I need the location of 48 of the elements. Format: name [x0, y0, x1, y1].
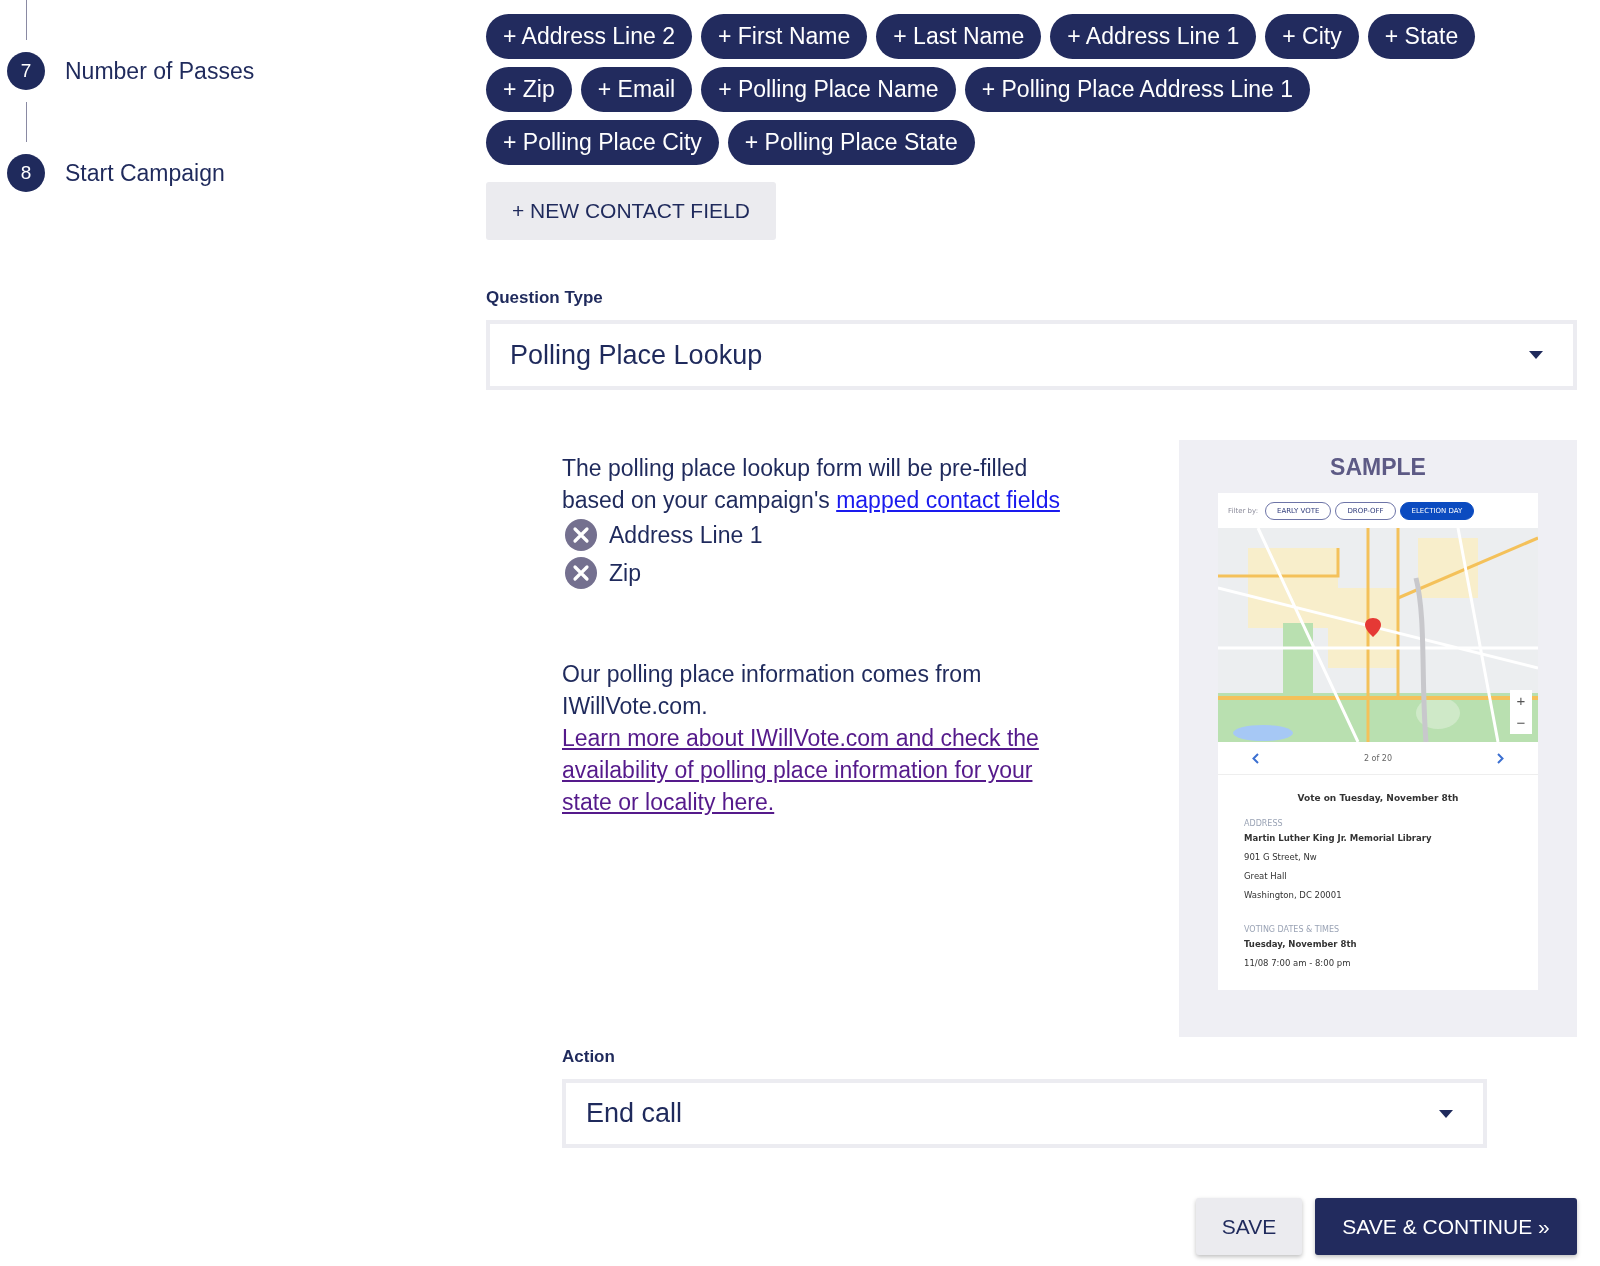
caret-icon — [1529, 351, 1543, 359]
step-label[interactable]: Number of Passes — [65, 57, 255, 85]
mapped-field-label: Zip — [609, 559, 641, 587]
learn-more-link[interactable]: Learn more about IWillVote.com and check the availability of polling place information for your state or locality here. — [562, 722, 1082, 818]
mapped-field-label: Address Line 1 — [609, 521, 763, 549]
voting-time: Tuesday, November 8th — [1244, 939, 1358, 951]
step-label[interactable]: Start Campaign — [65, 159, 225, 187]
voting-time: 11/08 7:00 am - 8:00 pm — [1244, 958, 1352, 970]
step-number: 7 — [7, 52, 45, 90]
remove-icon[interactable] — [565, 557, 597, 589]
save-button[interactable]: SAVE — [1196, 1198, 1302, 1255]
contact-field-chip[interactable]: + Polling Place Name — [701, 67, 956, 112]
contact-field-chip[interactable]: + Email — [580, 67, 693, 112]
contact-field-chip[interactable]: + Polling Place City — [486, 120, 719, 165]
address-line: Great Hall — [1244, 871, 1288, 883]
remove-icon[interactable] — [565, 519, 597, 551]
pager-text: 2 of 20 — [1363, 753, 1393, 763]
contact-field-chip[interactable]: + Last Name — [876, 14, 1042, 59]
mapped-contact-fields-link[interactable]: mapped contact fields — [836, 487, 1060, 513]
contact-field-chip[interactable]: + First Name — [701, 14, 868, 59]
source-note-text: Our polling place information comes from IWillVote.com. Learn more about IWillVote.com and check the availability of polling place information for your state or locality here. — [562, 658, 1082, 818]
action-select[interactable]: End call — [562, 1079, 1487, 1148]
new-contact-field-button[interactable]: + NEW CONTACT FIELD — [486, 182, 776, 240]
description-text: The polling place lookup form will be pre-filled based on your campaign's mapped contact fields — [562, 454, 1061, 515]
caret-icon — [1439, 1109, 1453, 1118]
contact-field-chip[interactable]: + Address Line 1 — [1050, 14, 1257, 59]
address-line: Martin Luther King Jr. Memorial Library — [1244, 833, 1433, 845]
contact-field-chip[interactable]: + Polling Place Address Line 1 — [964, 67, 1310, 112]
field-label: Question Type — [486, 288, 604, 308]
next-icon[interactable] — [1497, 752, 1504, 764]
question-type-select[interactable]: Polling Place Lookup — [486, 320, 1577, 390]
sample-title: SAMPLE — [1330, 454, 1426, 481]
contact-field-chip[interactable]: + Polling Place State — [727, 120, 975, 165]
save-continue-button[interactable]: SAVE & CONTINUE » — [1315, 1198, 1577, 1255]
previous-icon[interactable] — [1252, 752, 1259, 764]
contact-field-chip[interactable]: + State — [1367, 14, 1476, 59]
section-label: VOTING DATES & TIMES — [1244, 925, 1341, 934]
contact-field-chip[interactable]: + Address Line 2 — [486, 14, 692, 59]
field-label: Action — [562, 1047, 616, 1067]
vote-heading: Vote on Tuesday, November 8th — [1296, 793, 1460, 803]
section-label: ADDRESS — [1244, 819, 1284, 828]
zoom-out-button[interactable]: − — [1510, 712, 1532, 734]
address-line: Washington, DC 20001 — [1244, 890, 1343, 902]
zoom-in-button[interactable]: + — [1510, 690, 1532, 712]
address-line: 901 G Street, Nw — [1244, 852, 1318, 864]
contact-field-chip[interactable]: + Zip — [486, 67, 572, 112]
contact-field-chip[interactable]: + City — [1265, 14, 1359, 59]
step-number: 8 — [7, 154, 45, 192]
